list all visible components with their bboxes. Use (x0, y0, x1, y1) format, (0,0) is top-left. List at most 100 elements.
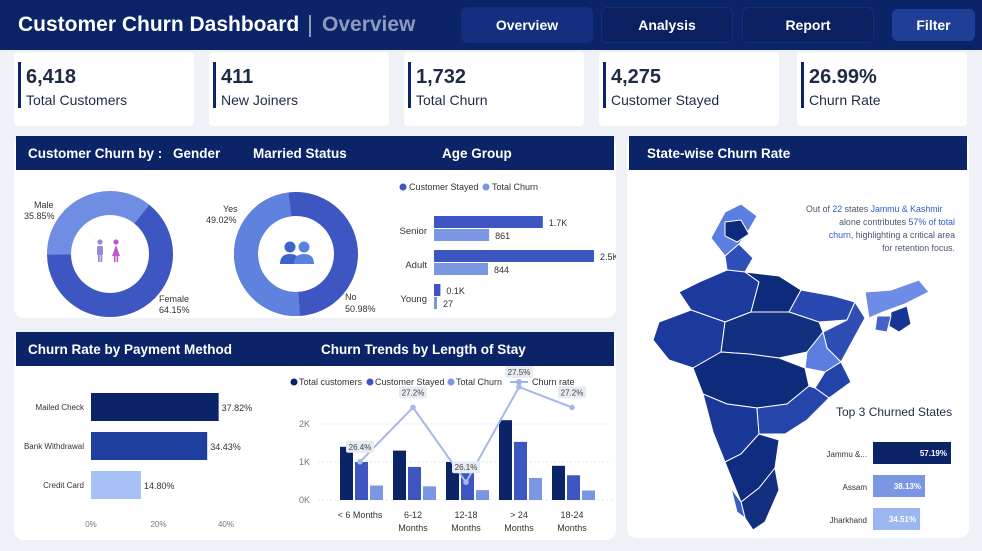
kpi-label: Customer Stayed (611, 92, 720, 108)
age-stayed-bar (434, 216, 543, 228)
churn-rate-point (463, 479, 469, 485)
gender-female-pct: 64.15% (159, 305, 190, 315)
churn-rate-point (410, 404, 416, 411)
payment-method-label: Bank Withdrawal (24, 442, 84, 451)
age-churn-bar (434, 229, 490, 241)
kpi-value: 4,275 (611, 66, 662, 88)
state-note-line4: for retention focus. (882, 243, 955, 253)
married-yes-label: Yes (223, 204, 238, 214)
age-group-label: Senior (400, 226, 427, 237)
dashboard-title: Customer Churn Dashboard (18, 13, 300, 36)
stay-stayed-bar (408, 466, 421, 500)
state-note-line2: alone contributes 57% of total (839, 217, 955, 227)
kpi-total-churn: 1,732 Total Churn (404, 52, 584, 126)
stay-category-label: Months (504, 523, 534, 533)
legend-rate-dot (516, 379, 522, 385)
payment-bar (91, 471, 141, 499)
payment-bar (91, 432, 208, 460)
stay-stayed-bar (567, 475, 580, 500)
top-bar: Customer Churn Dashboard Overview Overvi… (0, 0, 982, 50)
top3-state-label: Assam (843, 483, 868, 492)
stay-churn-bar (370, 485, 383, 500)
kpi-value: 411 (221, 66, 254, 88)
state-note-line3: churn, highlighting a critical area (829, 230, 955, 240)
churn-rate-point (357, 459, 363, 465)
demographics-header-gender: Gender (173, 146, 221, 161)
churn-rate-label: 27.5% (508, 368, 531, 377)
stay-churn-bar (529, 477, 542, 500)
churn-rate-point (569, 404, 575, 411)
payment-axis-tick: 0% (85, 520, 97, 529)
age-churn-bar (434, 297, 437, 309)
state-note-line1: Out of 22 states Jammu & Kashmir (806, 204, 942, 214)
demographics-charts: Male 35.85% Female 64.15% Yes 49.02% No … (24, 182, 616, 317)
tab-analysis[interactable]: Analysis (601, 7, 733, 43)
married-no-label: No (345, 292, 357, 302)
married-yes-pct: 49.02% (206, 215, 237, 225)
tab-overview[interactable]: Overview (461, 7, 593, 43)
churn-rate-point (516, 384, 522, 390)
payment-value: 34.43% (210, 442, 241, 452)
stay-category-label: < 6 Months (338, 510, 383, 520)
age-stayed-bar (434, 284, 441, 296)
kpi-customer-stayed: 4,275 Customer Stayed (599, 52, 779, 126)
age-stayed-value: 1.7K (549, 218, 568, 228)
kpi-churn-rate: 26.99% Churn Rate (797, 52, 967, 126)
payment-method-label: Credit Card (43, 481, 84, 490)
age-legend-stayed: Customer Stayed (409, 182, 479, 192)
state-header-title: State-wise Churn Rate (647, 146, 791, 161)
title-divider (309, 15, 311, 37)
legend-total-dot (290, 378, 298, 386)
payment-stay-charts: Mailed Check 37.82% Bank Withdrawal 34.43% C… (24, 366, 614, 533)
kpi-accent (603, 62, 606, 108)
top3-value: 57.19% (920, 449, 947, 458)
age-stayed-bar (434, 250, 594, 262)
stay-legend-rate: Churn rate (532, 377, 575, 387)
payment-value: 14.80% (144, 481, 175, 491)
gender-male-label: Male (34, 200, 54, 210)
payment-method-chart: Mailed Check 37.82% Bank Withdrawal 34.43% C… (24, 393, 252, 529)
payment-method-label: Mailed Check (36, 403, 85, 412)
legend-churn-dot (447, 378, 455, 386)
age-churn-value: 27 (443, 299, 453, 309)
payment-axis-tick: 20% (150, 520, 166, 529)
age-group-label: Adult (405, 260, 427, 271)
dashboard-subtitle: Overview (322, 13, 416, 36)
married-no-pct: 50.98% (345, 304, 376, 314)
filter-button[interactable]: Filter (892, 9, 975, 41)
stay-category-label: Months (557, 523, 587, 533)
length-of-stay-chart: 0K 1K 2K < 6 Months 6-12 Months 12-18 Months > 2… (299, 366, 614, 533)
demographics-header-married: Married Status (253, 146, 347, 161)
gender-donut-chart (47, 191, 173, 317)
people-icon (274, 232, 318, 276)
kpi-value: 1,732 (416, 66, 467, 88)
age-stayed-value: 0.1K (446, 286, 465, 296)
stay-header: Churn Trends by Length of Stay (321, 342, 526, 357)
churn-rate-label: 26.1% (455, 463, 478, 472)
stay-churn-bar (423, 486, 436, 500)
legend-stayed-dot (366, 378, 374, 386)
kpi-accent (408, 62, 411, 108)
stay-category-label: 18-24 (560, 510, 583, 520)
tab-report[interactable]: Report (742, 7, 874, 43)
churn-rate-label: 27.2% (402, 388, 425, 397)
kpi-label: Total Churn (416, 92, 488, 108)
kpi-accent (801, 62, 804, 108)
top3-state-label: Jammu &... (827, 450, 867, 459)
churn-rate-label: 26.4% (349, 443, 372, 452)
top3-states-chart: Jammu &... 57.19% Assam 38.13% Jharkhand 34.5… (827, 442, 951, 530)
age-legend-churn: Total Churn (492, 182, 538, 192)
payment-stay-header: Churn Rate by Payment Method Churn Trend… (16, 332, 614, 366)
age-group-chart: Senior 1.7K 861 Adult 2.5K 844 Young 0.1K 27 (400, 216, 616, 309)
stay-total-bar (393, 450, 406, 500)
stay-axis-tick: 1K (299, 457, 310, 467)
stay-stayed-bar (514, 441, 527, 500)
stay-legend-stayed: Customer Stayed (375, 377, 445, 387)
kpi-total-customers: 6,418 Total Customers (14, 52, 194, 126)
kpi-accent (18, 62, 21, 108)
kpi-new-joiners: 411 New Joiners (209, 52, 389, 126)
age-stayed-value: 2.5K (600, 252, 616, 262)
stay-category-label: Months (398, 523, 428, 533)
top3-value: 38.13% (894, 482, 921, 491)
stay-axis-tick: 0K (299, 495, 310, 505)
